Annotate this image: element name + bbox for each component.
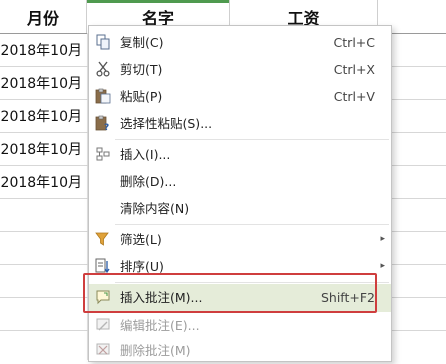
paste-special-icon: ? bbox=[95, 115, 109, 131]
svg-text:?: ? bbox=[104, 123, 109, 131]
menu-separator bbox=[115, 224, 389, 225]
menu-item-edit-comment: 编辑批注(E)... bbox=[89, 312, 391, 339]
delete-comment-icon bbox=[96, 343, 110, 355]
menu-item-filter[interactable]: 筛选(L) ▸ bbox=[89, 226, 391, 253]
menu-label: 筛选(L) bbox=[120, 232, 162, 247]
copy-icon bbox=[96, 34, 110, 50]
menu-separator bbox=[115, 139, 389, 140]
menu-label: 清除内容(N) bbox=[120, 201, 190, 216]
menu-label: 选择性粘贴(S)... bbox=[120, 116, 213, 131]
menu-label: 粘贴(P) bbox=[120, 89, 163, 104]
menu-shortcut: Ctrl+X bbox=[333, 62, 375, 77]
highlight-annotation-box bbox=[83, 273, 377, 313]
submenu-arrow-icon: ▸ bbox=[380, 234, 385, 244]
column-header-month[interactable]: 月份 bbox=[0, 0, 87, 33]
submenu-arrow-icon: ▸ bbox=[380, 261, 385, 271]
month-cell[interactable]: 2018年10月 bbox=[0, 67, 92, 99]
insert-cells-icon bbox=[96, 147, 110, 161]
menu-label: 编辑批注(E)... bbox=[120, 318, 200, 333]
month-cell[interactable]: 2018年10月 bbox=[0, 34, 92, 66]
sort-icon bbox=[95, 258, 110, 274]
month-cell[interactable]: 2018年10月 bbox=[0, 166, 92, 198]
filter-icon bbox=[95, 232, 109, 246]
month-cell[interactable]: 2018年10月 bbox=[0, 100, 92, 132]
menu-item-insert[interactable]: 插入(I)... bbox=[89, 141, 391, 168]
menu-item-copy[interactable]: 复制(C) Ctrl+C bbox=[89, 29, 391, 56]
menu-item-delete[interactable]: 删除(D)... bbox=[89, 168, 391, 195]
menu-item-paste-special[interactable]: ? 选择性粘贴(S)... bbox=[89, 110, 391, 137]
menu-label: 复制(C) bbox=[120, 35, 164, 50]
menu-item-clear-contents[interactable]: 清除内容(N) bbox=[89, 195, 391, 222]
edit-comment-icon bbox=[96, 318, 110, 331]
menu-shortcut: Ctrl+C bbox=[333, 35, 375, 50]
menu-label: 剪切(T) bbox=[120, 62, 163, 77]
menu-label: 删除(D)... bbox=[120, 174, 177, 189]
month-cell[interactable]: 2018年10月 bbox=[0, 133, 92, 165]
scissors-icon bbox=[96, 61, 110, 77]
paste-icon bbox=[95, 88, 111, 104]
menu-item-cut[interactable]: 剪切(T) Ctrl+X bbox=[89, 56, 391, 83]
menu-label: 插入(I)... bbox=[120, 147, 171, 162]
menu-shortcut: Ctrl+V bbox=[333, 89, 375, 104]
menu-item-paste[interactable]: 粘贴(P) Ctrl+V bbox=[89, 83, 391, 110]
